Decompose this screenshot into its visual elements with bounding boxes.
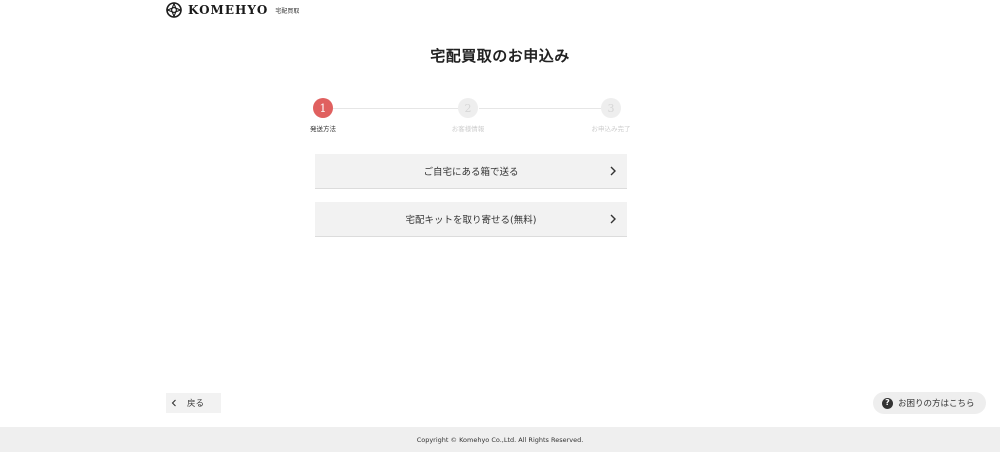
step-number: 1: [313, 98, 333, 118]
order-kit-button[interactable]: 宅配キットを取り寄せる(無料): [315, 202, 627, 237]
send-own-box-button[interactable]: ご自宅にある箱で送る: [315, 154, 627, 189]
step-2: 2 お客様情報: [438, 98, 498, 133]
step-1: 1 発送方法: [293, 98, 353, 133]
option-label: 宅配キットを取り寄せる(無料): [405, 215, 537, 226]
option-label: ご自宅にある箱で送る: [423, 167, 519, 178]
chevron-right-icon: [610, 214, 616, 224]
brand-name[interactable]: KOMEHYO: [188, 3, 268, 17]
question-circle-icon: ?: [882, 397, 893, 409]
header: KOMEHYO 宅配買取: [166, 1, 299, 19]
step-number: 3: [601, 98, 621, 118]
step-3: 3 お申込み完了: [581, 98, 641, 133]
footer: Copyright © Komehyo Co.,Ltd. All Rights …: [0, 427, 1000, 452]
back-label: 戻る: [187, 399, 205, 409]
step-label: 発送方法: [310, 125, 336, 133]
step-label: お客様情報: [451, 125, 485, 133]
page-title: 宅配買取のお申込み: [430, 47, 570, 65]
step-number: 2: [458, 98, 478, 118]
back-button[interactable]: 戻る: [166, 393, 221, 413]
page: KOMEHYO 宅配買取 宅配買取のお申込み 1 発送方法 2 お客様情報 3 …: [0, 0, 1000, 452]
chevron-right-icon: [610, 166, 616, 176]
chevron-left-icon: [171, 399, 176, 407]
brand-subtitle: 宅配買取: [275, 7, 300, 15]
komehyo-logo-icon[interactable]: [166, 2, 182, 18]
copyright-text: Copyright © Komehyo Co.,Ltd. All Rights …: [416, 435, 584, 444]
progress-stepper: 1 発送方法 2 お客様情報 3 お申込み完了: [300, 98, 640, 138]
help-label: お困りの方はこちら: [898, 399, 975, 409]
step-label: お申込み完了: [591, 125, 631, 133]
help-button[interactable]: ? お困りの方はこちら: [873, 392, 986, 414]
